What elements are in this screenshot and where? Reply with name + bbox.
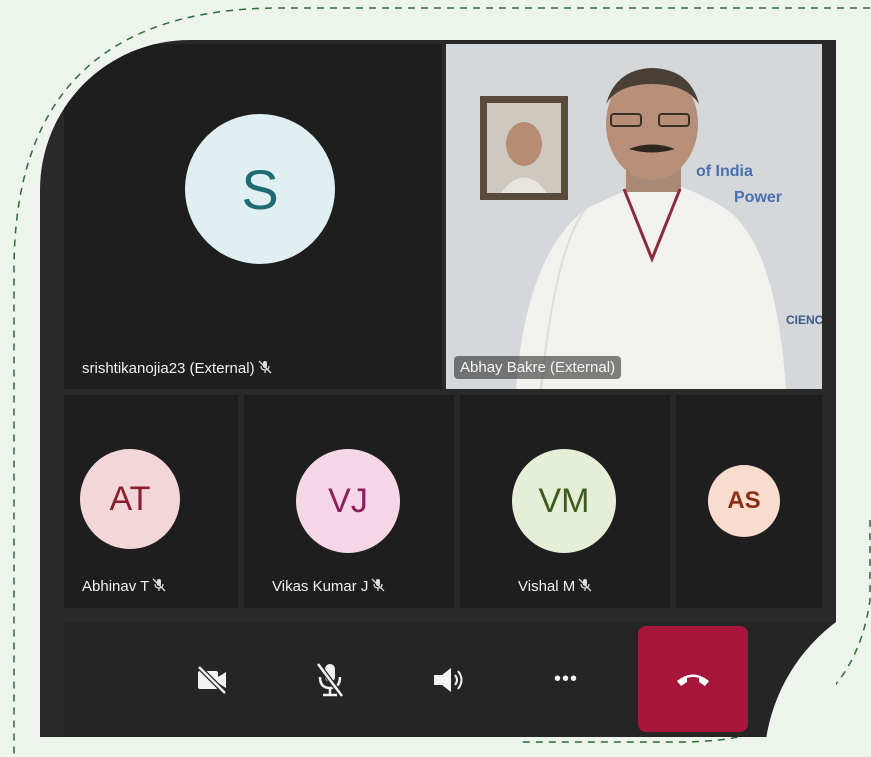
meeting-window: S srishtikanojia23 (External) of India P… — [40, 40, 836, 737]
participant-name: Vikas Kumar J — [272, 578, 369, 595]
participant-avatar: AT — [80, 449, 180, 549]
participant-name: Abhinav T — [82, 578, 150, 595]
mic-toggle-button[interactable] — [290, 622, 370, 737]
video-feed: of India Power CIENC — [446, 44, 822, 389]
participant-tile-vishal-m[interactable]: VM Vishal M — [460, 395, 670, 608]
participant-tile-srishtikanojia23[interactable]: S srishtikanojia23 (External) — [64, 44, 442, 389]
participant-tile-as[interactable]: AS — [676, 395, 822, 608]
participant-video-abhay-bakre[interactable]: of India Power CIENC Abhay Bakre (Extern… — [446, 44, 822, 389]
mic-off-icon — [152, 578, 166, 595]
participant-name-row: Abhinav T — [82, 578, 166, 595]
end-call-icon — [677, 674, 709, 686]
svg-text:CIENC: CIENC — [786, 313, 822, 327]
participant-avatar: VM — [512, 449, 616, 553]
participant-name: Vishal M — [518, 578, 576, 595]
call-controls-bar: ••• — [64, 622, 836, 737]
svg-text:Power: Power — [734, 189, 782, 206]
participant-avatar: S — [185, 114, 335, 264]
avatar-initials: AS — [727, 487, 761, 514]
more-options-button[interactable]: ••• — [526, 622, 606, 737]
camera-off-icon — [197, 664, 227, 695]
camera-toggle-button[interactable] — [172, 622, 252, 737]
avatar-initials: S — [241, 157, 279, 221]
end-call-button[interactable] — [638, 626, 748, 732]
avatar-initials: VJ — [328, 481, 368, 520]
participant-name-row: Vishal M — [518, 578, 592, 595]
participant-avatar: AS — [708, 465, 780, 537]
mic-off-icon — [371, 578, 385, 595]
mic-off-icon — [316, 662, 344, 697]
participant-tile-vikas-kumar-j[interactable]: VJ Vikas Kumar J — [244, 395, 454, 608]
participant-name: srishtikanojia23 (External) — [82, 360, 255, 377]
participant-tile-abhinav-t[interactable]: AT Abhinav T — [64, 395, 238, 608]
avatar-initials: AT — [109, 479, 151, 518]
mic-off-icon — [578, 578, 592, 595]
mic-off-icon — [258, 360, 272, 377]
participant-name: Abhay Bakre (External) — [454, 356, 622, 379]
participant-name-row: Vikas Kumar J — [272, 578, 385, 595]
speaker-button[interactable] — [408, 622, 488, 737]
more-options-icon: ••• — [553, 668, 578, 690]
participant-avatar: VJ — [296, 449, 400, 553]
speaker-icon — [434, 667, 463, 692]
participant-name-row: srishtikanojia23 (External) — [82, 360, 272, 377]
avatar-initials: VM — [538, 481, 590, 520]
svg-text:of India: of India — [696, 163, 753, 180]
